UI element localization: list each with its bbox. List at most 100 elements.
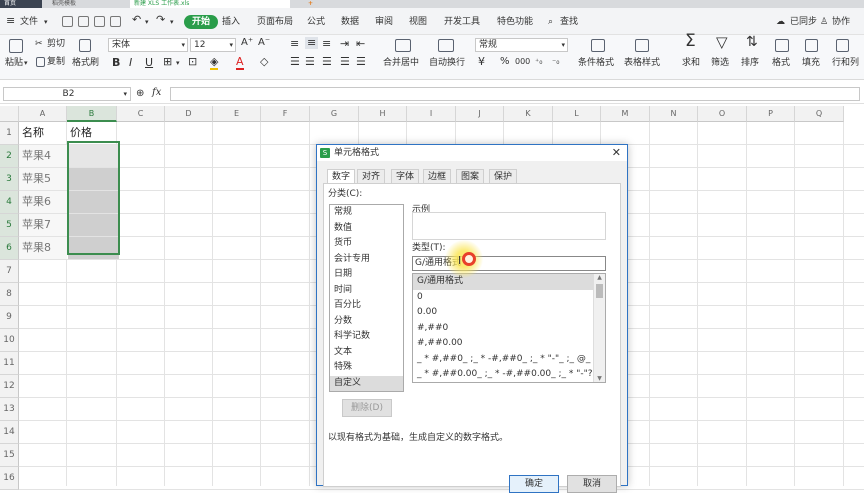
category-item[interactable]: 分数 bbox=[330, 314, 403, 330]
menu-developer[interactable]: 开发工具 bbox=[444, 15, 480, 29]
column-header-o[interactable]: O bbox=[698, 106, 747, 122]
row-header-5[interactable]: 5 bbox=[0, 214, 19, 237]
category-item[interactable]: 特殊 bbox=[330, 360, 403, 376]
tab-home[interactable]: 首页 bbox=[0, 0, 42, 8]
currency-icon[interactable]: ¥ bbox=[478, 56, 485, 68]
sort-icon[interactable]: ⇅ bbox=[746, 35, 758, 49]
outdent-icon[interactable]: ⇤ bbox=[356, 38, 365, 50]
row-col-icon[interactable] bbox=[836, 39, 849, 52]
menu-file[interactable]: 文件 bbox=[20, 15, 38, 29]
bold-button[interactable]: B bbox=[112, 57, 120, 69]
cancel-button[interactable]: 取消 bbox=[567, 475, 617, 493]
cell-a1[interactable]: 名称 bbox=[20, 124, 44, 140]
merge-icon[interactable] bbox=[395, 39, 411, 52]
tab-border[interactable]: 边框 bbox=[423, 169, 452, 183]
tab-alignment[interactable]: 对齐 bbox=[357, 169, 386, 183]
number-format-select[interactable]: 常规 ▾ bbox=[475, 38, 568, 52]
format-item[interactable]: 0.00 bbox=[413, 305, 605, 321]
category-item[interactable]: 百分比 bbox=[330, 298, 403, 314]
chevron-down-icon[interactable]: ▾ bbox=[176, 57, 180, 69]
column-header-h[interactable]: H bbox=[359, 106, 407, 122]
select-all-corner[interactable] bbox=[0, 106, 19, 122]
format-item[interactable]: G/通用格式 bbox=[413, 274, 605, 290]
row-header-14[interactable]: 14 bbox=[0, 421, 19, 444]
tab-template[interactable]: 稻壳模板 bbox=[48, 0, 118, 8]
selection-range[interactable] bbox=[67, 141, 120, 255]
menu-data[interactable]: 数据 bbox=[341, 15, 359, 29]
category-list[interactable]: 常规 数值 货币 会计专用 日期 时间 百分比 分数 科学记数 文本 特殊 自定义 bbox=[329, 204, 404, 392]
category-item[interactable]: 时间 bbox=[330, 283, 403, 299]
tab-number[interactable]: 数字 bbox=[327, 169, 356, 184]
menu-collab[interactable]: 协作 bbox=[832, 15, 850, 29]
category-item[interactable]: 常规 bbox=[330, 205, 403, 221]
search-icon[interactable]: ⌕ bbox=[548, 15, 553, 29]
align-center-icon[interactable]: ☰ bbox=[305, 56, 315, 68]
hamburger-icon[interactable]: ≡ bbox=[6, 14, 15, 28]
row-header-16[interactable]: 16 bbox=[0, 467, 19, 490]
row-header-10[interactable]: 10 bbox=[0, 329, 19, 352]
column-header-m[interactable]: M bbox=[601, 106, 650, 122]
category-item[interactable]: 会计专用 bbox=[330, 252, 403, 268]
menu-review[interactable]: 审阅 bbox=[375, 15, 393, 29]
sum-icon[interactable]: Σ bbox=[685, 33, 696, 50]
column-header-k[interactable]: K bbox=[504, 106, 553, 122]
italic-button[interactable]: I bbox=[129, 57, 132, 69]
cell-a2[interactable]: 苹果4 bbox=[20, 147, 51, 163]
cell-a3[interactable]: 苹果5 bbox=[20, 170, 51, 186]
export-icon[interactable] bbox=[78, 16, 89, 27]
delete-button[interactable]: 删除(D) bbox=[342, 399, 392, 417]
conditional-format-icon[interactable] bbox=[591, 39, 605, 52]
tab-workbook[interactable]: 新建 XLS 工作表.xls bbox=[130, 0, 290, 8]
percent-button[interactable]: % bbox=[500, 56, 510, 68]
new-tab-icon[interactable]: + bbox=[304, 0, 316, 8]
format-item[interactable]: _ * #,##0.00_ ;_ * -#,##0.00_ ;_ * "-"??… bbox=[413, 367, 605, 382]
category-item[interactable]: 文本 bbox=[330, 345, 403, 361]
column-header-i[interactable]: I bbox=[407, 106, 456, 122]
tab-pattern[interactable]: 图案 bbox=[456, 169, 485, 183]
dialog-title-bar[interactable]: S 单元格格式 ✕ bbox=[317, 145, 627, 161]
format-item[interactable]: #,##0 bbox=[413, 321, 605, 337]
row-header-12[interactable]: 12 bbox=[0, 375, 19, 398]
align-top-icon[interactable]: ≡ bbox=[290, 38, 299, 50]
print-icon[interactable] bbox=[94, 16, 105, 27]
scroll-thumb[interactable] bbox=[596, 284, 603, 298]
format-item[interactable]: #,##0.00 bbox=[413, 336, 605, 352]
eraser-icon[interactable]: ◇ bbox=[260, 56, 268, 68]
cell-b1[interactable]: 价格 bbox=[68, 124, 92, 140]
menu-page-layout[interactable]: 页面布局 bbox=[257, 15, 293, 29]
grid-icon[interactable]: ⊡ bbox=[188, 56, 197, 68]
category-item[interactable]: 自定义 bbox=[330, 375, 403, 391]
chevron-down-icon[interactable]: ▾ bbox=[44, 15, 48, 29]
fill-icon[interactable] bbox=[805, 39, 818, 52]
row-header-8[interactable]: 8 bbox=[0, 283, 19, 306]
sum-button[interactable]: 求和 bbox=[682, 57, 700, 69]
column-header-n[interactable]: N bbox=[650, 106, 698, 122]
formula-input[interactable] bbox=[170, 87, 860, 101]
align-bottom-icon[interactable]: ≡ bbox=[322, 38, 331, 50]
conditional-format-button[interactable]: 条件格式 bbox=[578, 57, 614, 69]
column-header-e[interactable]: E bbox=[213, 106, 261, 122]
justify-icon[interactable]: ☰ bbox=[340, 56, 350, 68]
type-input[interactable]: G/通用格式 bbox=[412, 256, 606, 271]
row-header-11[interactable]: 11 bbox=[0, 352, 19, 375]
wrap-text-button[interactable]: 自动换行 bbox=[429, 57, 465, 69]
row-col-button[interactable]: 行和列 bbox=[832, 57, 859, 69]
cell-a6[interactable]: 苹果8 bbox=[20, 239, 51, 255]
name-box[interactable]: B2 ▾ bbox=[3, 87, 131, 101]
sync-status[interactable]: 已同步 bbox=[790, 15, 817, 29]
table-style-icon[interactable] bbox=[635, 39, 649, 52]
filter-button[interactable]: 筛选 bbox=[711, 57, 729, 69]
fill-button[interactable]: 填充 bbox=[802, 57, 820, 69]
filter-icon[interactable]: ▽ bbox=[716, 35, 728, 50]
thousands-icon[interactable]: 000 bbox=[515, 56, 530, 68]
cell-a4[interactable]: 苹果6 bbox=[20, 193, 51, 209]
row-header-15[interactable]: 15 bbox=[0, 444, 19, 467]
format-painter-button[interactable]: 格式刷 bbox=[72, 57, 99, 69]
format-list[interactable]: G/通用格式 0 0.00 #,##0 #,##0.00 _ * #,##0_ ;_ * … bbox=[412, 273, 606, 383]
chevron-down-icon[interactable]: ▾ bbox=[24, 57, 28, 69]
format-item[interactable]: 0 bbox=[413, 290, 605, 306]
row-header-3[interactable]: 3 bbox=[0, 168, 19, 191]
font-color-icon[interactable]: A bbox=[236, 56, 244, 70]
copy-button[interactable]: 复制 bbox=[47, 56, 65, 68]
column-header-l[interactable]: L bbox=[553, 106, 601, 122]
